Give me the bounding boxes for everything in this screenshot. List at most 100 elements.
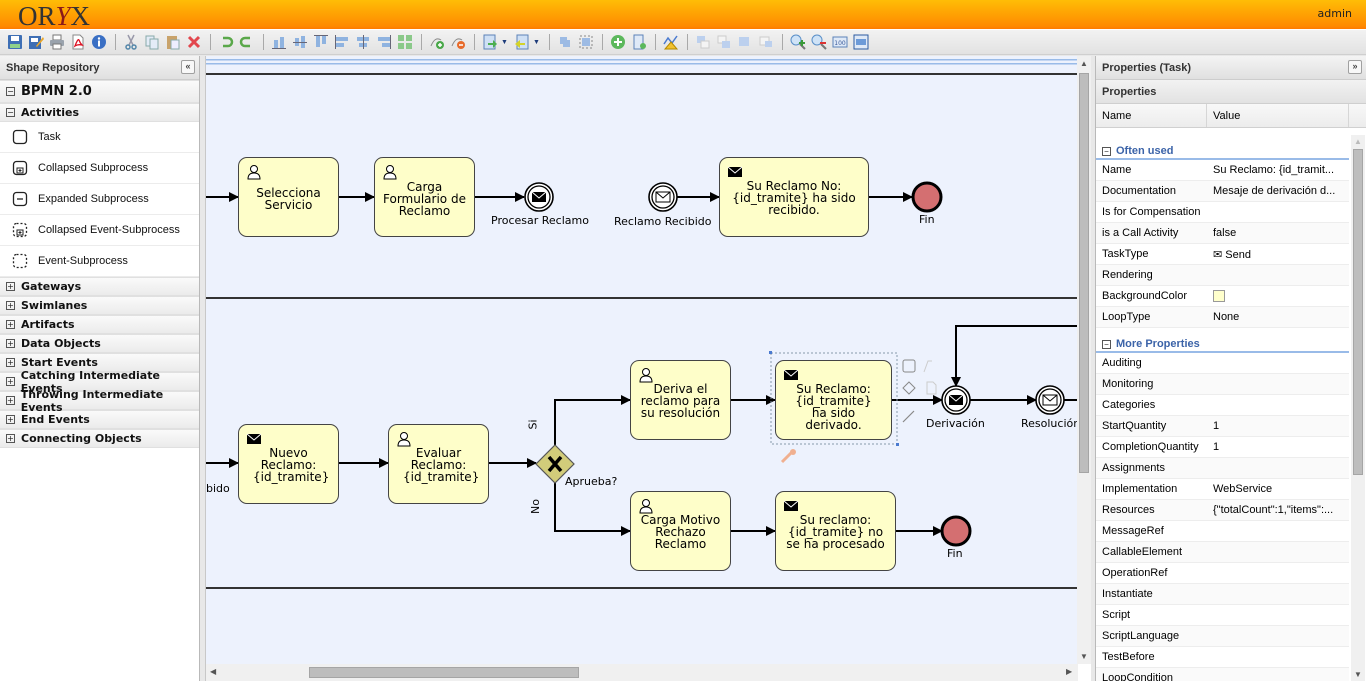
property-row[interactable]: Categories xyxy=(1096,395,1349,416)
property-value[interactable]: {"totalCount":1,"items":... xyxy=(1207,500,1349,520)
zoom-100-icon[interactable]: 100 xyxy=(830,33,849,52)
task-evaluar-reclamo[interactable]: Evaluar Reclamo: {id_tramite} xyxy=(388,424,489,504)
task-no-procesado[interactable]: Su reclamo: {id_tramite} no se ha proces… xyxy=(775,491,896,571)
new-page-icon[interactable] xyxy=(629,33,648,52)
property-value[interactable]: 1 xyxy=(1207,437,1349,457)
align-bottom-icon[interactable] xyxy=(269,33,288,52)
scroll-left-icon[interactable]: ◀ xyxy=(210,667,216,676)
property-row[interactable]: ScriptLanguage xyxy=(1096,626,1349,647)
task-nuevo-reclamo[interactable]: Nuevo Reclamo: {id_tramite} xyxy=(238,424,339,504)
section-often-used[interactable]: − Often used xyxy=(1096,135,1349,160)
intermediate-throw-message-event[interactable] xyxy=(524,182,554,212)
zoom-in-icon[interactable] xyxy=(788,33,807,52)
property-value[interactable] xyxy=(1207,542,1349,562)
property-value[interactable]: false xyxy=(1207,223,1349,243)
property-row[interactable]: MessageRef xyxy=(1096,521,1349,542)
property-value[interactable] xyxy=(1207,353,1349,373)
add-data-object-shortcut-icon[interactable] xyxy=(926,381,937,395)
shape-event-subprocess[interactable]: Event-Subprocess xyxy=(0,246,199,277)
export-dropdown-icon[interactable]: ▼ xyxy=(533,39,541,46)
property-row[interactable]: Implementation WebService xyxy=(1096,479,1349,500)
stencil-set-bpmn[interactable]: − BPMN 2.0 xyxy=(0,80,199,103)
align-center-icon[interactable] xyxy=(353,33,372,52)
undo-icon[interactable] xyxy=(216,33,235,52)
scrollbar-thumb[interactable] xyxy=(1353,149,1363,475)
export-icon[interactable] xyxy=(512,33,531,52)
remove-docker-icon[interactable] xyxy=(448,33,467,52)
task-deriva-reclamo[interactable]: Deriva el reclamo para su resolución xyxy=(630,360,731,440)
property-value[interactable]: 1 xyxy=(1207,416,1349,436)
align-middle-icon[interactable] xyxy=(290,33,309,52)
add-docker-icon[interactable] xyxy=(427,33,446,52)
sequence-flow-no[interactable] xyxy=(554,482,631,536)
shape-collapsed-subprocess[interactable]: Collapsed Subprocess xyxy=(0,153,199,184)
resize-handle[interactable] xyxy=(896,443,899,446)
property-value[interactable] xyxy=(1207,265,1349,285)
same-size-icon[interactable] xyxy=(395,33,414,52)
property-value[interactable]: WebService xyxy=(1207,479,1349,499)
group-artifacts[interactable]: + Artifacts xyxy=(0,315,199,334)
group-gateways[interactable]: + Gateways xyxy=(0,277,199,296)
user-name[interactable]: admin xyxy=(1318,7,1352,20)
task-su-reclamo-derivado-selected[interactable]: Su Reclamo: {id_tramite} ha sido derivad… xyxy=(775,360,892,440)
property-row[interactable]: Is for Compensation xyxy=(1096,202,1349,223)
scroll-down-icon[interactable]: ▼ xyxy=(1354,670,1362,679)
send-backward-icon[interactable] xyxy=(735,33,754,52)
send-to-back-icon[interactable] xyxy=(756,33,775,52)
task-su-reclamo-recibido[interactable]: Su Reclamo No: {id_tramite} ha sido reci… xyxy=(719,157,869,237)
print-icon[interactable] xyxy=(47,33,66,52)
property-value[interactable]: Su Reclamo: {id_tramit... xyxy=(1207,160,1349,180)
scrollbar-thumb[interactable] xyxy=(1079,73,1089,473)
property-row[interactable]: Auditing xyxy=(1096,353,1349,374)
ungroup-shapes-icon[interactable] xyxy=(576,33,595,52)
property-row[interactable]: Documentation Mesaje de derivación d... xyxy=(1096,181,1349,202)
group-throwing-intermediate-events[interactable]: + Throwing Intermediate Events xyxy=(0,388,199,414)
cut-icon[interactable] xyxy=(121,33,140,52)
diagram-canvas[interactable]: Selecciona Servicio Carga Formulario de … xyxy=(206,56,1078,664)
connect-shortcut-icon[interactable] xyxy=(902,410,915,423)
import-dropdown-icon[interactable]: ▼ xyxy=(501,39,509,46)
property-row[interactable]: StartQuantity 1 xyxy=(1096,416,1349,437)
property-row[interactable]: is a Call Activity false xyxy=(1096,223,1349,244)
scroll-right-icon[interactable]: ▶ xyxy=(1066,667,1072,676)
property-row[interactable]: TaskType ✉ Send xyxy=(1096,244,1349,265)
group-data-objects[interactable]: + Data Objects xyxy=(0,334,199,353)
section-more-properties[interactable]: − More Properties xyxy=(1096,328,1349,353)
property-value[interactable]: ✉ Send xyxy=(1207,244,1349,264)
group-connecting-objects[interactable]: + Connecting Objects xyxy=(0,429,199,448)
task-carga-formulario[interactable]: Carga Formulario de Reclamo xyxy=(374,157,475,237)
zoom-out-icon[interactable] xyxy=(809,33,828,52)
property-value[interactable] xyxy=(1207,458,1349,478)
collapse-left-panel-button[interactable]: « xyxy=(181,60,195,74)
info-icon[interactable] xyxy=(89,33,108,52)
pdf-export-icon[interactable] xyxy=(68,33,87,52)
group-activities[interactable]: − Activities xyxy=(0,103,199,122)
sequence-flow-yes[interactable] xyxy=(554,395,631,445)
property-row[interactable]: LoopType None xyxy=(1096,307,1349,328)
task-selecciona-servicio[interactable]: Selecciona Servicio xyxy=(238,157,339,237)
save-icon[interactable] xyxy=(5,33,24,52)
property-value[interactable] xyxy=(1207,584,1349,604)
zoom-fit-icon[interactable] xyxy=(851,33,870,52)
property-row[interactable]: Name Su Reclamo: {id_tramit... xyxy=(1096,160,1349,181)
bring-to-front-icon[interactable] xyxy=(693,33,712,52)
align-right-icon[interactable] xyxy=(374,33,393,52)
canvas-vertical-scrollbar[interactable]: ▲ ▼ xyxy=(1077,56,1091,664)
shape-collapsed-event-subprocess[interactable]: Collapsed Event-Subprocess xyxy=(0,215,199,246)
task-carga-motivo-rechazo[interactable]: Carga Motivo Rechazo Reclamo xyxy=(630,491,731,571)
intermediate-throw-message-event[interactable] xyxy=(941,385,971,415)
column-name-header[interactable]: Name xyxy=(1096,104,1207,127)
collapse-right-panel-button[interactable]: » xyxy=(1348,60,1362,74)
save-as-icon[interactable] xyxy=(26,33,45,52)
sequence-flow[interactable] xyxy=(951,325,1078,387)
property-value[interactable]: None xyxy=(1207,307,1349,327)
scrollbar-thumb[interactable] xyxy=(309,667,579,678)
paste-icon[interactable] xyxy=(163,33,182,52)
property-row[interactable]: TestBefore xyxy=(1096,647,1349,668)
align-left-icon[interactable] xyxy=(332,33,351,52)
resize-handle[interactable] xyxy=(769,351,772,354)
property-value[interactable] xyxy=(1207,605,1349,625)
end-event[interactable] xyxy=(911,181,943,213)
property-row[interactable]: CallableElement xyxy=(1096,542,1349,563)
property-value[interactable] xyxy=(1207,563,1349,583)
